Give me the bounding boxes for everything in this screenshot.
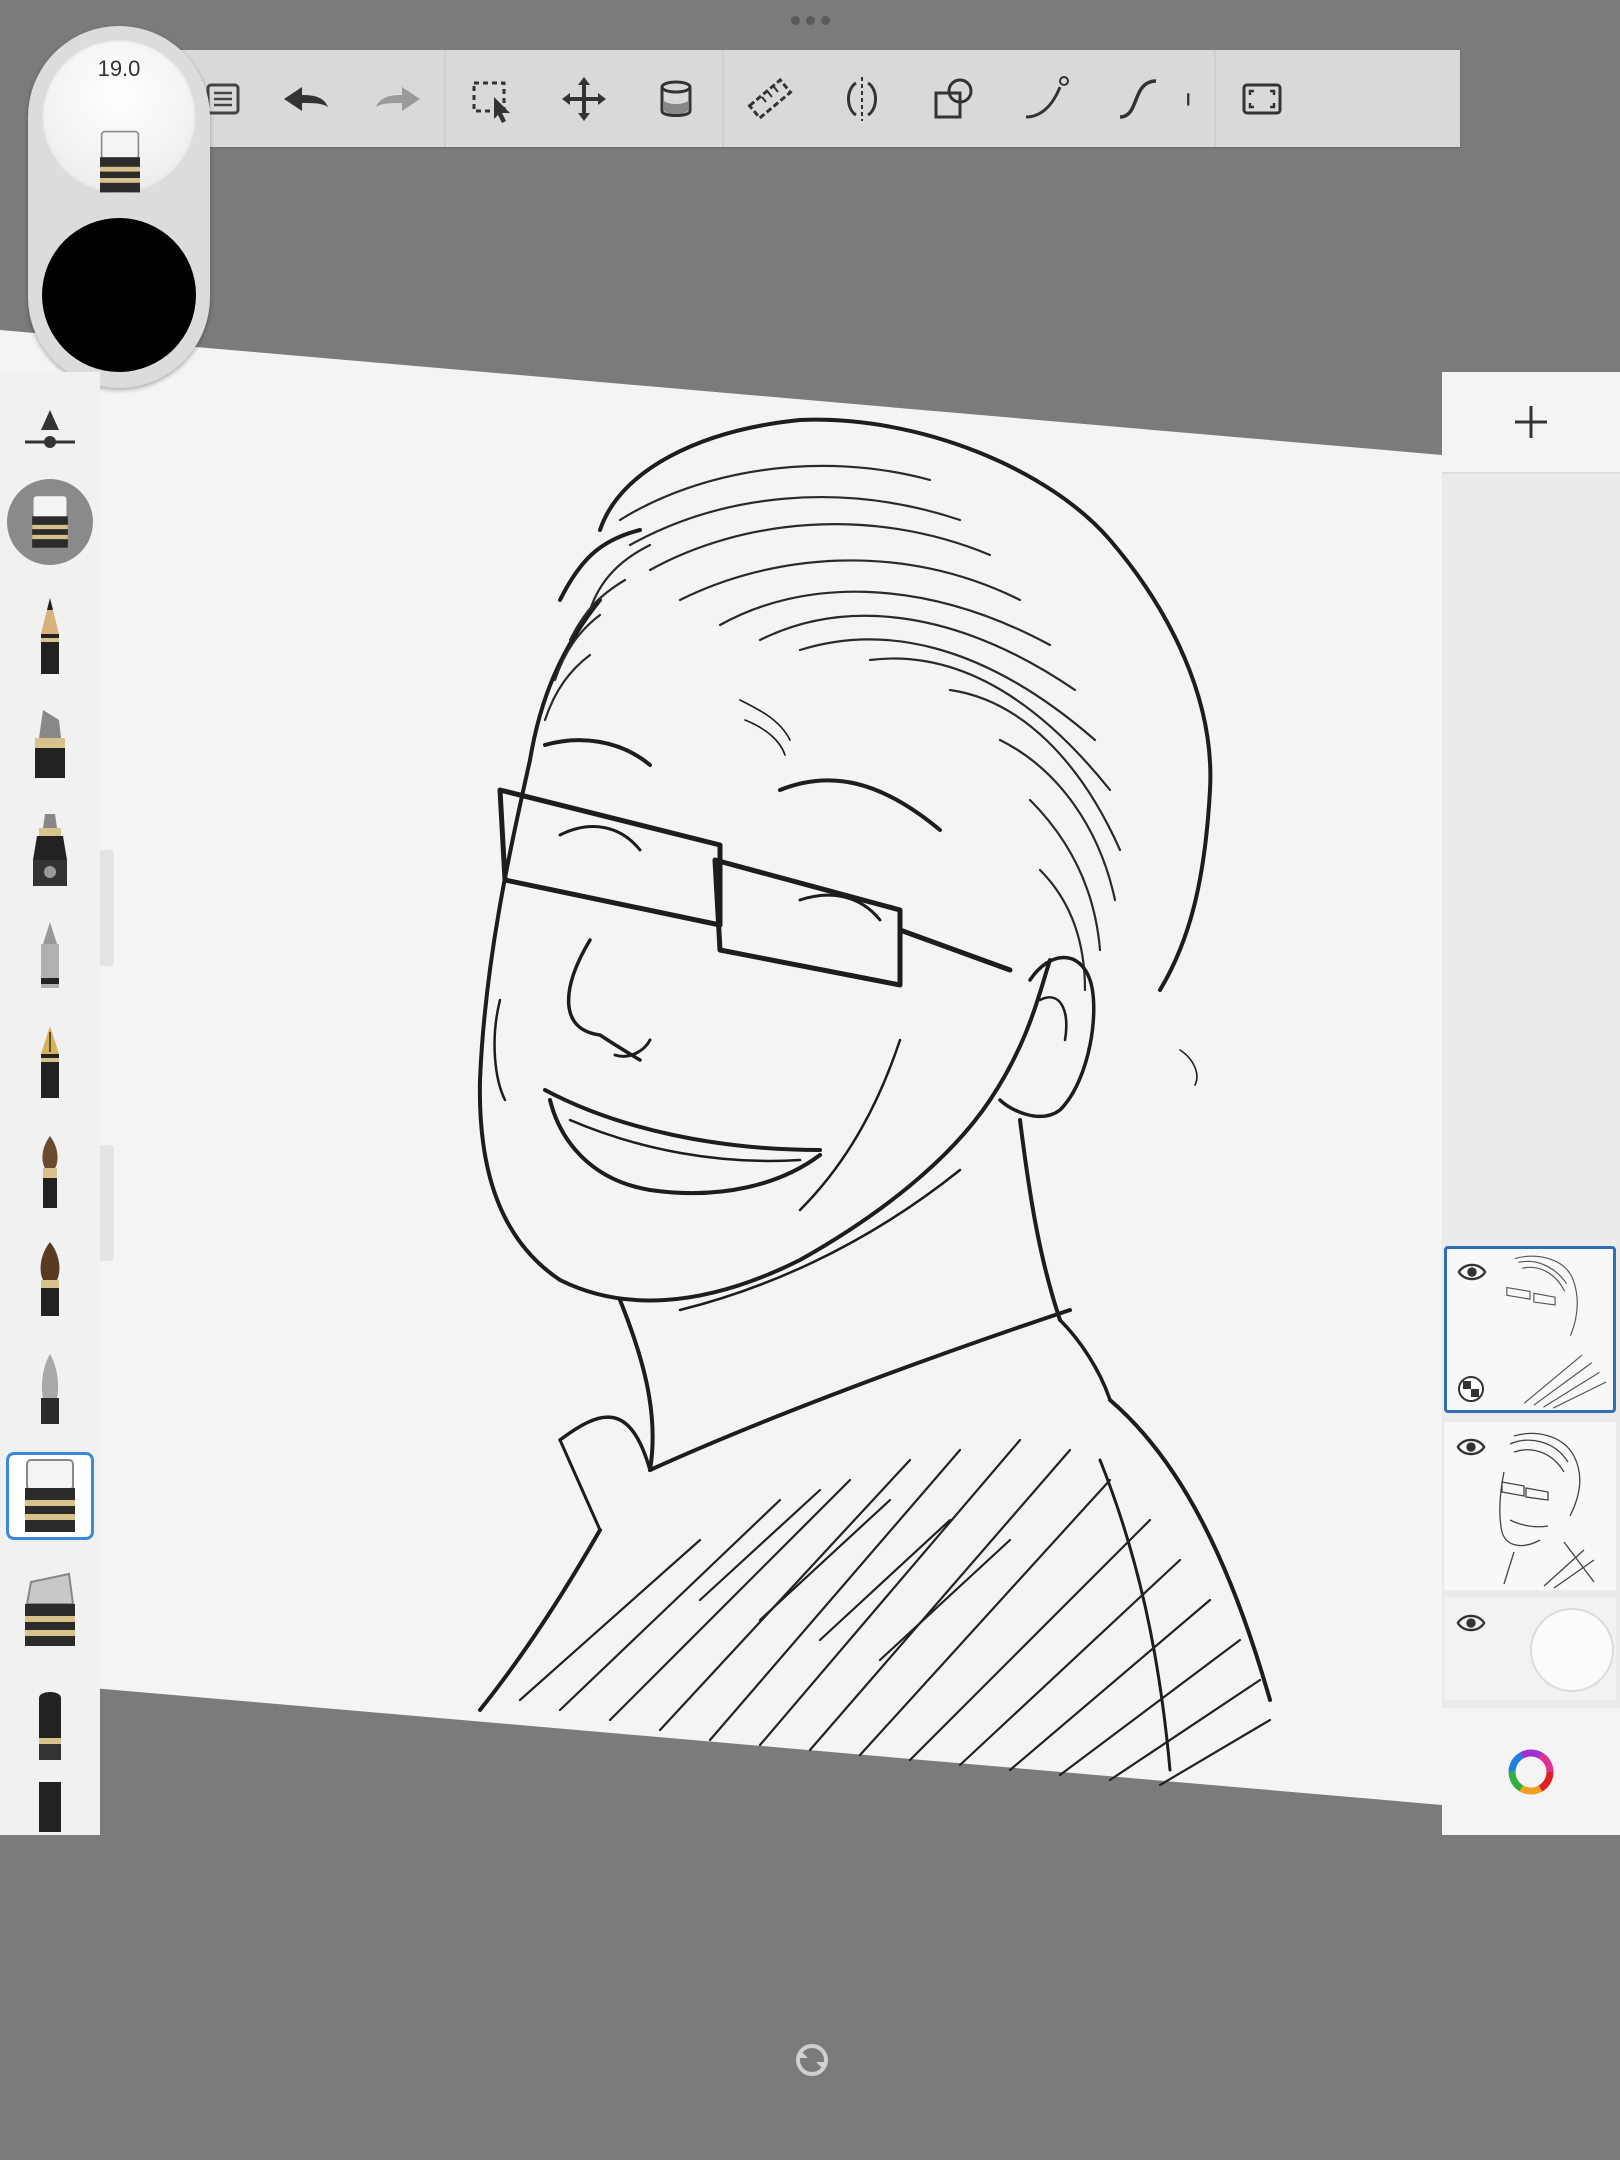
ballpoint-icon[interactable] [6, 914, 94, 1002]
steady-stroke-icon[interactable] [1092, 50, 1184, 147]
brush-properties-icon[interactable] [6, 392, 94, 480]
layer-thumbnail-background[interactable] [1444, 1598, 1616, 1700]
fullscreen-icon[interactable] [1216, 50, 1308, 147]
recent-eraser-icon[interactable] [6, 478, 94, 566]
main-toolbar [180, 50, 1460, 147]
eye-icon[interactable] [1456, 1608, 1486, 1638]
layer-thumbnail-active[interactable] [1444, 1246, 1616, 1413]
transform-icon[interactable] [538, 50, 630, 147]
background-color-swatch[interactable] [1530, 1608, 1614, 1692]
stamp-icon[interactable] [6, 1782, 94, 1832]
undo-icon[interactable] [260, 50, 352, 147]
round-brush-icon[interactable] [6, 1128, 94, 1216]
dot-icon [820, 15, 830, 25]
active-color-swatch[interactable] [42, 218, 196, 372]
marker-icon[interactable] [6, 700, 94, 788]
rotate-reset-icon[interactable] [794, 2042, 830, 2078]
plus-icon [1515, 406, 1547, 438]
canvas-paper[interactable] [0, 330, 1442, 1805]
chisel-marker-icon[interactable] [6, 1680, 94, 1768]
drawing-canvas[interactable] [0, 0, 1620, 2160]
add-layer-button[interactable] [1442, 372, 1620, 474]
eye-icon[interactable] [1457, 1257, 1487, 1287]
eye-icon[interactable] [1456, 1432, 1486, 1462]
airbrush-icon[interactable] [6, 806, 94, 894]
pencil-icon[interactable] [6, 590, 94, 678]
color-wheel-icon [1508, 1749, 1554, 1794]
dot-icon [790, 15, 800, 25]
perspective-icon[interactable] [1184, 50, 1214, 147]
layer-thumbnail[interactable] [1444, 1422, 1616, 1590]
eraser-icon [100, 130, 140, 193]
dot-icon [805, 15, 815, 25]
ruler-icon[interactable] [724, 50, 816, 147]
symmetry-icon[interactable] [816, 50, 908, 147]
predictive-stroke-icon[interactable] [1000, 50, 1092, 147]
lock-transparency-icon[interactable] [1457, 1375, 1485, 1403]
ink-brush-icon[interactable] [6, 1234, 94, 1322]
brush-panel-tab[interactable] [100, 850, 114, 966]
brush-panel-tab[interactable] [100, 1145, 114, 1261]
redo-icon[interactable] [352, 50, 444, 147]
blender-icon[interactable] [6, 1344, 94, 1432]
fill-icon[interactable] [630, 50, 722, 147]
toolbar-grab-handle[interactable] [786, 14, 834, 26]
selection-icon[interactable] [446, 50, 538, 147]
fountain-pen-icon[interactable] [6, 1020, 94, 1108]
brush-size-value: 19.0 [97, 56, 141, 81]
shapes-icon[interactable] [908, 50, 1000, 147]
soft-eraser-icon[interactable] [6, 1566, 94, 1654]
color-editor-button[interactable] [1442, 1708, 1620, 1835]
hard-eraser-icon[interactable] [6, 1452, 94, 1540]
